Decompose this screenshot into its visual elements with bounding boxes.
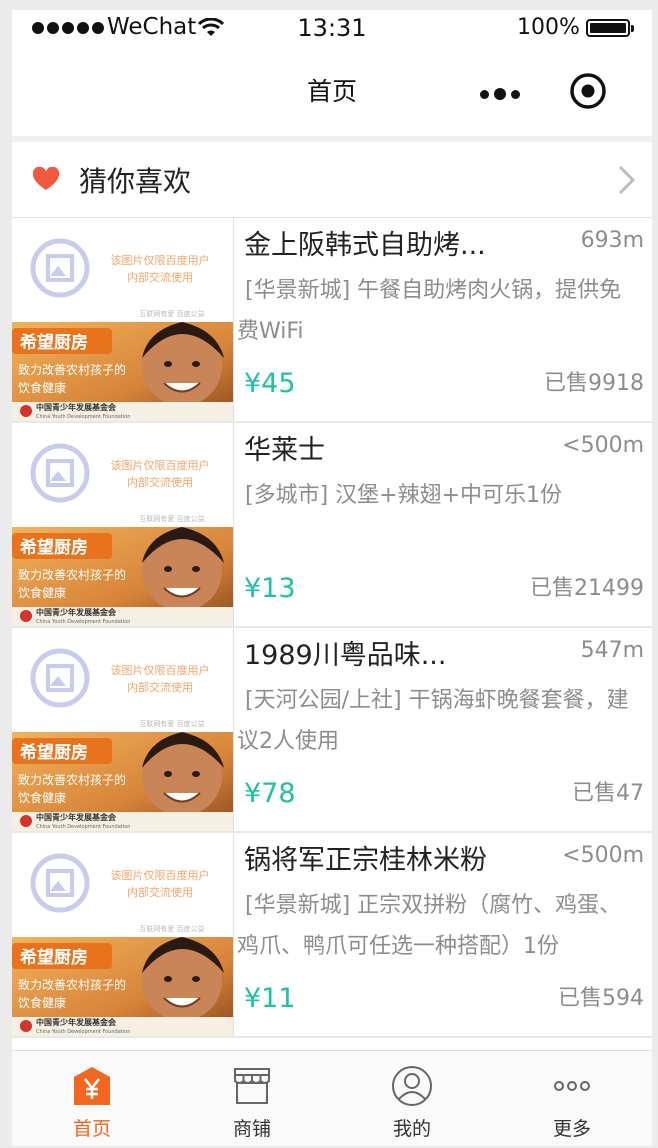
deal-sold-count: 已售47 bbox=[572, 781, 644, 806]
chevron-right-icon[interactable] bbox=[616, 164, 636, 196]
deal-distance: <500m bbox=[562, 433, 644, 458]
deal-name: 1989川粤品味... bbox=[244, 640, 447, 671]
tab-label: 首页 bbox=[72, 1118, 111, 1140]
tab-item[interactable]: 商铺 bbox=[172, 1051, 332, 1146]
thumbnail-text: 中国青少年发展基金会 bbox=[36, 812, 116, 822]
battery-icon bbox=[586, 19, 634, 37]
deal-distance: 693m bbox=[580, 228, 644, 253]
thumbnail-text: 互联网有爱 百度公益 bbox=[139, 514, 204, 523]
placeholder-banner-image: 该图片仅限百度用户 内部交流使用 互联网有爱 百度公益 希望厨房 致力改善农村孩… bbox=[12, 218, 233, 421]
deal-thumbnail: 该图片仅限百度用户 内部交流使用 互联网有爱 百度公益 希望厨房 致力改善农村孩… bbox=[12, 423, 234, 626]
deal-thumbnail: 该图片仅限百度用户 内部交流使用 互联网有爱 百度公益 希望厨房 致力改善农村孩… bbox=[12, 218, 234, 421]
deal-description: [天河公园/上社] 干锅海虾晚餐套餐，建议2人使用 bbox=[237, 688, 629, 754]
deal-description: [多城市] 汉堡+辣翅+中可乐1份 bbox=[245, 483, 563, 508]
deal-thumbnail: 该图片仅限百度用户 内部交流使用 互联网有爱 百度公益 希望厨房 致力改善农村孩… bbox=[12, 833, 234, 1036]
thumbnail-text: 该图片仅限百度用户 bbox=[111, 458, 210, 472]
thumbnail-text: 内部交流使用 bbox=[127, 475, 193, 489]
thumbnail-text: 该图片仅限百度用户 bbox=[111, 663, 210, 677]
thumbnail-text: 致力改善农村孩子的 bbox=[18, 977, 126, 992]
thumbnail-text: 该图片仅限百度用户 bbox=[111, 253, 210, 267]
tab-bar: 首页 商铺 我的 更多 bbox=[12, 1050, 652, 1146]
thumbnail-text: 希望厨房 bbox=[20, 332, 88, 353]
thumbnail-text: 内部交流使用 bbox=[127, 270, 193, 284]
tab-item[interactable]: 更多 bbox=[492, 1051, 652, 1146]
section-title: 猜你喜欢 bbox=[79, 165, 192, 198]
thumbnail-text: 互联网有爱 百度公益 bbox=[139, 719, 204, 728]
thumbnail-text: 致力改善农村孩子的 bbox=[18, 772, 126, 787]
phone-screen: WeChat 13:31 100% 首页 猜你喜欢 该图片仅限百度用户 内部交流… bbox=[12, 10, 652, 1146]
thumbnail-text: 内部交流使用 bbox=[127, 680, 193, 694]
status-bar: WeChat 13:31 100% bbox=[12, 10, 652, 46]
thumbnail-text: 内部交流使用 bbox=[127, 885, 193, 899]
deal-price: ¥11 bbox=[244, 983, 296, 1014]
deal-name: 锅将军正宗桂林米粉 bbox=[244, 845, 487, 876]
tab-item[interactable]: 首页 bbox=[12, 1051, 172, 1146]
deal-item[interactable]: 该图片仅限百度用户 内部交流使用 互联网有爱 百度公益 希望厨房 致力改善农村孩… bbox=[12, 628, 652, 833]
thumbnail-text: 中国青少年发展基金会 bbox=[36, 402, 116, 412]
thumbnail-text: 希望厨房 bbox=[20, 947, 88, 968]
deal-distance: <500m bbox=[562, 843, 644, 868]
thumbnail-text: 该图片仅限百度用户 bbox=[111, 868, 210, 882]
thumbnail-text: 互联网有爱 百度公益 bbox=[139, 924, 204, 933]
thumbnail-text: 饮食健康 bbox=[18, 995, 66, 1010]
tab-label: 我的 bbox=[392, 1118, 431, 1140]
thumbnail-text: China Youth Development Foundation bbox=[36, 619, 130, 625]
yen-shop-icon bbox=[71, 1065, 113, 1107]
deal-list: 该图片仅限百度用户 内部交流使用 互联网有爱 百度公益 希望厨房 致力改善农村孩… bbox=[12, 218, 652, 1038]
deal-sold-count: 已售594 bbox=[558, 986, 644, 1011]
thumbnail-text: 希望厨房 bbox=[20, 537, 88, 558]
deal-thumbnail: 该图片仅限百度用户 内部交流使用 互联网有爱 百度公益 希望厨房 致力改善农村孩… bbox=[12, 628, 234, 831]
thumbnail-text: 希望厨房 bbox=[20, 742, 88, 763]
tab-label: 更多 bbox=[552, 1118, 591, 1140]
tab-label: 商铺 bbox=[232, 1118, 271, 1140]
store-icon bbox=[231, 1065, 273, 1107]
nav-bar: 首页 bbox=[12, 46, 652, 136]
thumbnail-text: 中国青少年发展基金会 bbox=[36, 607, 116, 617]
close-miniprogram-icon[interactable] bbox=[569, 72, 607, 110]
deal-item[interactable]: 该图片仅限百度用户 内部交流使用 互联网有爱 百度公益 希望厨房 致力改善农村孩… bbox=[12, 833, 652, 1038]
thumbnail-text: 饮食健康 bbox=[18, 790, 66, 805]
battery-percent: 100% bbox=[517, 15, 580, 40]
thumbnail-text: China Youth Development Foundation bbox=[36, 824, 130, 830]
deal-name: 金上阪韩式自助烤... bbox=[244, 230, 486, 261]
user-icon bbox=[391, 1065, 433, 1107]
deal-sold-count: 已售21499 bbox=[530, 576, 644, 601]
thumbnail-text: 饮食健康 bbox=[18, 585, 66, 600]
placeholder-banner-image: 该图片仅限百度用户 内部交流使用 互联网有爱 百度公益 希望厨房 致力改善农村孩… bbox=[12, 628, 233, 831]
more-menu-icon[interactable] bbox=[480, 88, 520, 100]
deal-description: [华景新城] 正宗双拼粉（腐竹、鸡蛋、鸡爪、鸭爪可任选一种搭配）1份 bbox=[237, 893, 622, 959]
heart-icon bbox=[32, 167, 60, 190]
thumbnail-text: 中国青少年发展基金会 bbox=[36, 1017, 116, 1027]
deal-price: ¥78 bbox=[244, 778, 296, 809]
placeholder-banner-image: 该图片仅限百度用户 内部交流使用 互联网有爱 百度公益 希望厨房 致力改善农村孩… bbox=[12, 833, 233, 1036]
more-dots-icon bbox=[551, 1065, 593, 1107]
deal-price: ¥13 bbox=[244, 573, 296, 604]
deal-distance: 547m bbox=[580, 638, 644, 663]
tab-item[interactable]: 我的 bbox=[332, 1051, 492, 1146]
deal-item[interactable]: 该图片仅限百度用户 内部交流使用 互联网有爱 百度公益 希望厨房 致力改善农村孩… bbox=[12, 423, 652, 628]
thumbnail-text: China Youth Development Foundation bbox=[36, 414, 130, 420]
deal-item[interactable]: 该图片仅限百度用户 内部交流使用 互联网有爱 百度公益 希望厨房 致力改善农村孩… bbox=[12, 218, 652, 423]
page-title: 首页 bbox=[306, 77, 357, 106]
section-header-recommend[interactable]: 猜你喜欢 bbox=[12, 142, 652, 218]
deal-name: 华莱士 bbox=[244, 435, 325, 466]
thumbnail-text: 互联网有爱 百度公益 bbox=[139, 309, 204, 318]
thumbnail-text: 致力改善农村孩子的 bbox=[18, 362, 126, 377]
thumbnail-text: 饮食健康 bbox=[18, 380, 66, 395]
deal-sold-count: 已售9918 bbox=[544, 371, 644, 396]
thumbnail-text: China Youth Development Foundation bbox=[36, 1029, 130, 1035]
placeholder-banner-image: 该图片仅限百度用户 内部交流使用 互联网有爱 百度公益 希望厨房 致力改善农村孩… bbox=[12, 423, 233, 626]
deal-description: [华景新城] 午餐自助烤肉火锅，提供免费WiFi bbox=[237, 278, 622, 344]
deal-price: ¥45 bbox=[244, 368, 296, 399]
thumbnail-text: 致力改善农村孩子的 bbox=[18, 567, 126, 582]
